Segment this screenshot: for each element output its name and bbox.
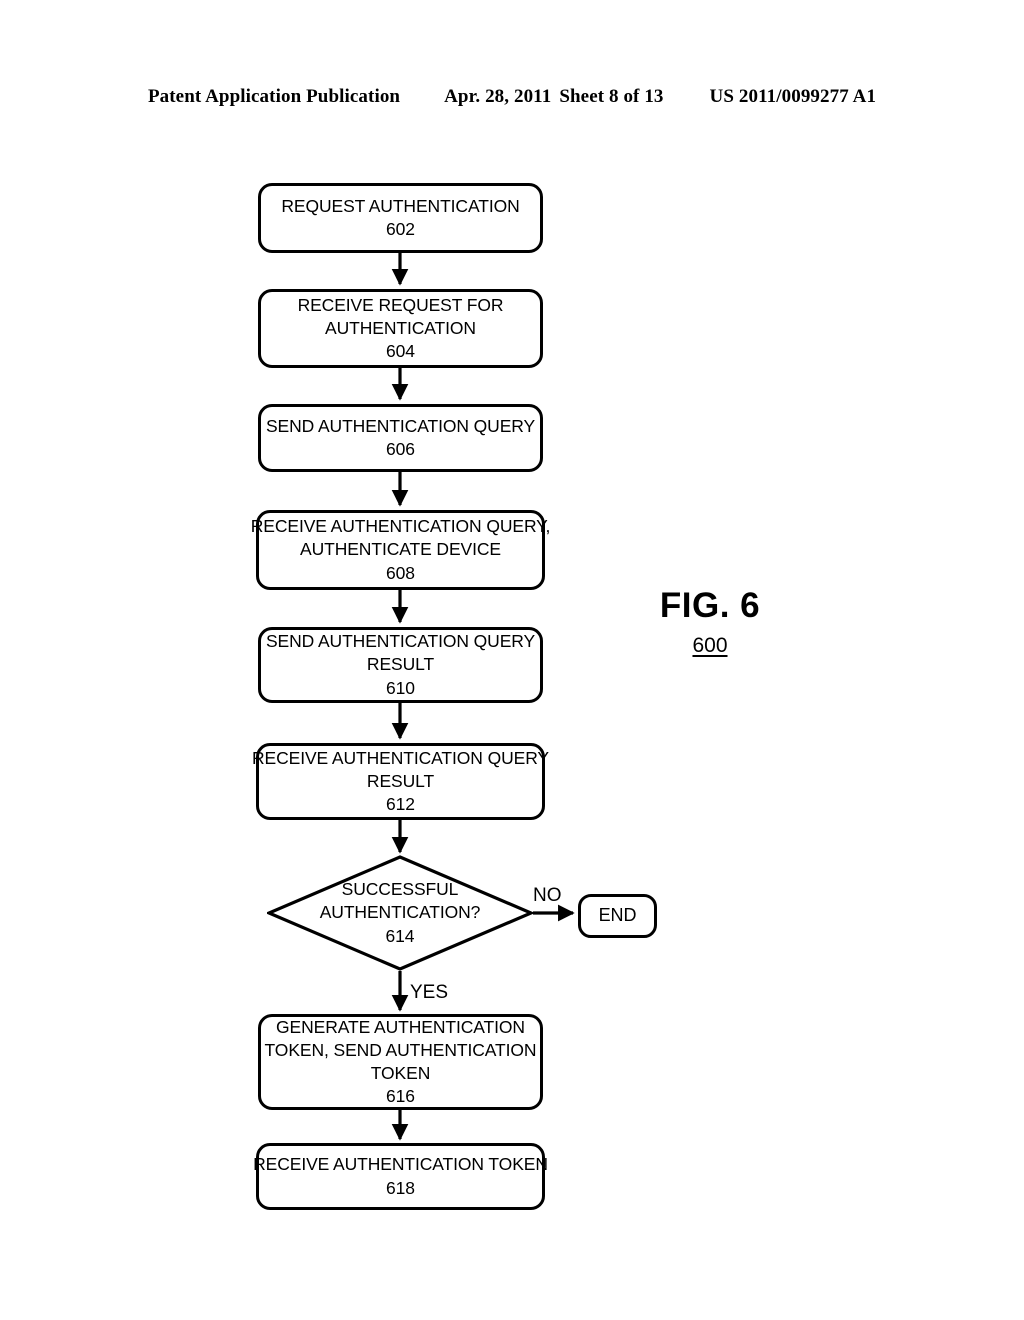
node-610-line-2: RESULT <box>366 654 435 675</box>
node-606-ref: 606 <box>386 439 415 459</box>
node-604-line-1: RECEIVE REQUEST FOR <box>297 294 504 315</box>
edge-label-yes: YES <box>410 982 449 1003</box>
decision-614-text: SUCCESSFUL AUTHENTICATION? 614 <box>267 855 533 971</box>
node-604-line-2: AUTHENTICATION <box>325 317 476 338</box>
figure-title: FIG. 6 <box>659 586 761 625</box>
flowchart-node-602[interactable]: REQUEST AUTHENTICATION 602 <box>258 183 543 253</box>
flowchart-node-608[interactable]: RECEIVE AUTHENTICATION QUERY, AUTHENTICA… <box>251 510 550 590</box>
node-606-line-1: SEND AUTHENTICATION QUERY <box>265 415 536 436</box>
flowchart-node-604[interactable]: RECEIVE REQUEST FOR AUTHENTICATION 604 <box>258 289 543 368</box>
flowchart-figure: REQUEST AUTHENTICATION 602 RECEIVE REQUE… <box>0 0 1024 1320</box>
node-602-line-1: REQUEST AUTHENTICATION <box>281 195 520 216</box>
node-610-line-1: SEND AUTHENTICATION QUERY <box>265 631 536 652</box>
node-612-line-1: RECEIVE AUTHENTICATION QUERY <box>251 747 550 768</box>
flowchart-node-616[interactable]: GENERATE AUTHENTICATION TOKEN, SEND AUTH… <box>258 1014 543 1110</box>
flowchart-node-610[interactable]: SEND AUTHENTICATION QUERY RESULT 610 <box>258 627 543 703</box>
node-602-ref: 602 <box>386 219 415 239</box>
node-608-line-2: AUTHENTICATE DEVICE <box>300 539 501 560</box>
node-end-label: END <box>598 905 637 926</box>
node-616-line-2: TOKEN, SEND AUTHENTICATION <box>264 1039 537 1060</box>
flowchart-node-606[interactable]: SEND AUTHENTICATION QUERY 606 <box>258 404 543 472</box>
flowchart-decision-614[interactable]: SUCCESSFUL AUTHENTICATION? 614 <box>267 855 533 971</box>
figure-caption: FIG. 6 600 <box>630 586 790 658</box>
decision-614-line-1: SUCCESSFUL <box>341 879 459 900</box>
decision-614-ref: 614 <box>385 925 415 946</box>
flowchart-node-end[interactable]: END <box>578 894 657 938</box>
node-608-line-1: RECEIVE AUTHENTICATION QUERY, <box>250 516 551 537</box>
node-618-ref: 618 <box>386 1177 415 1198</box>
node-616-line-3: TOKEN <box>370 1063 431 1083</box>
flowchart-node-618[interactable]: RECEIVE AUTHENTICATION TOKEN 618 <box>253 1143 548 1210</box>
flowchart-node-612[interactable]: RECEIVE AUTHENTICATION QUERY RESULT 612 <box>252 743 549 820</box>
node-616-line-1: GENERATE AUTHENTICATION <box>276 1016 525 1037</box>
node-616-ref: 616 <box>386 1086 415 1107</box>
node-608-ref: 608 <box>386 562 415 583</box>
node-612-line-2: RESULT <box>366 770 435 791</box>
node-604-ref: 604 <box>386 341 415 362</box>
node-612-ref: 612 <box>386 794 415 815</box>
node-610-ref: 610 <box>386 677 415 698</box>
decision-614-line-2: AUTHENTICATION? <box>319 902 481 923</box>
edge-label-no: NO <box>533 885 562 906</box>
figure-number: 600 <box>692 634 728 657</box>
node-618-line-1: RECEIVE AUTHENTICATION TOKEN <box>253 1154 548 1175</box>
